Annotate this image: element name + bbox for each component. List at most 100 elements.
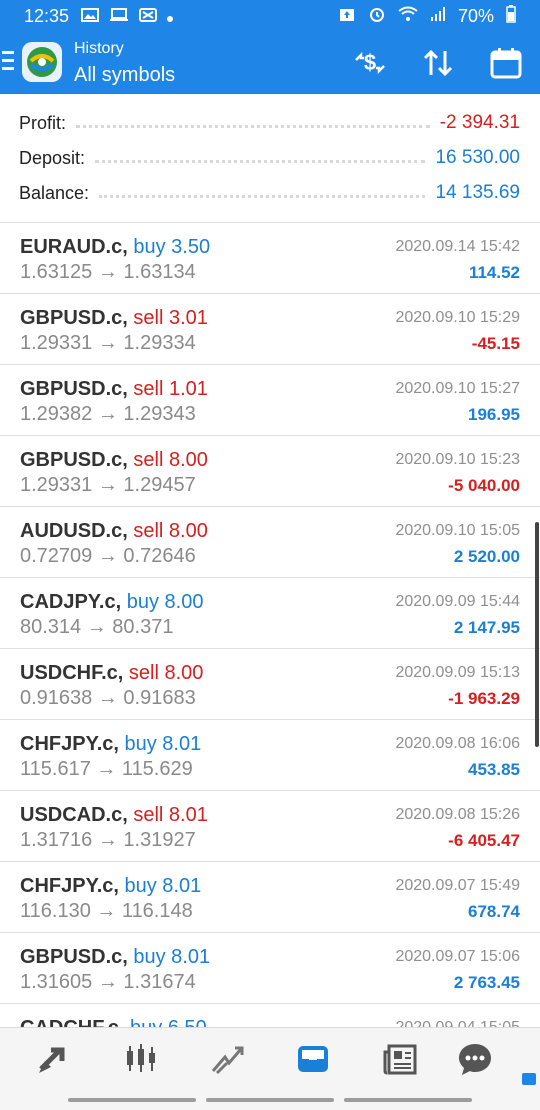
- page-title[interactable]: All symbols: [74, 64, 175, 87]
- trade-symbol: USDCHF.c,: [20, 662, 124, 684]
- trade-symbol: GBPUSD.c,: [20, 946, 128, 968]
- trade-symbol-line: CHFJPY.c, buy 8.01: [20, 733, 201, 756]
- calendar-icon[interactable]: [488, 46, 524, 80]
- trade-profit: -5 040.00: [448, 476, 520, 495]
- account-summary: Profit: -2 394.31 Deposit: 16 530.00 Bal…: [0, 94, 540, 223]
- trade-row[interactable]: GBPUSD.c, sell 1.01 1.29382 → 1.29343 2020…: [0, 365, 540, 436]
- trade-side-volume: sell 8.01: [133, 804, 208, 826]
- trade-side-volume: sell 1.01: [133, 378, 208, 400]
- trade-row[interactable]: USDCAD.c, sell 8.01 1.31716 → 1.31927 2020…: [0, 791, 540, 862]
- trade-side-volume: buy 6.50: [130, 1017, 207, 1027]
- trade-profit: 196.95: [468, 405, 520, 424]
- trade-history-list[interactable]: EURAUD.c, buy 3.50 1.63125 → 1.63134 2020.…: [0, 223, 540, 1027]
- trade-prices: 1.29331 → 1.29334: [20, 332, 196, 354]
- gesture-handle-right[interactable]: [344, 1098, 472, 1102]
- profit-row: Profit: -2 394.31: [19, 106, 520, 140]
- trade-symbol-line: CHFJPY.c, buy 8.01: [20, 875, 201, 898]
- trade-symbol: GBPUSD.c,: [20, 378, 128, 400]
- trade-symbol-line: GBPUSD.c, sell 8.00: [20, 449, 208, 472]
- trade-side-volume: buy 8.01: [124, 733, 202, 755]
- messages-icon[interactable]: [452, 1038, 498, 1080]
- trade-profit: 2 147.95: [453, 618, 520, 637]
- svg-text:$: $: [364, 50, 376, 75]
- trade-row[interactable]: GBPUSD.c, buy 8.01 1.31605 → 1.31674 2020.…: [0, 933, 540, 1004]
- dot-icon: [167, 6, 174, 27]
- trade-datetime: 2020.09.10 15:23: [395, 451, 520, 468]
- chart-icon[interactable]: [204, 1038, 250, 1080]
- battery-icon: [506, 4, 516, 28]
- trade-datetime: 2020.09.10 15:05: [395, 522, 520, 539]
- trade-profit: -6 405.47: [448, 831, 520, 850]
- profit-value: -2 394.31: [439, 112, 520, 133]
- trade-row[interactable]: CADCHF.c, buy 6.50 2020.09.04 15:05: [0, 1004, 540, 1027]
- app-logo: [22, 42, 62, 82]
- trade-symbol: CADJPY.c,: [20, 591, 122, 613]
- trade-prices: 1.29331 → 1.29457: [20, 474, 196, 496]
- trade-datetime: 2020.09.10 15:29: [395, 309, 520, 326]
- trade-side-volume: buy 8.01: [124, 875, 202, 897]
- trade-symbol: AUDUSD.c,: [20, 520, 128, 542]
- news-icon[interactable]: [378, 1038, 424, 1080]
- deposit-label: Deposit:: [19, 147, 86, 168]
- profit-label: Profit:: [19, 112, 67, 133]
- trade-row[interactable]: CHFJPY.c, buy 8.01 116.130 → 116.148 2020.…: [0, 862, 540, 933]
- trade-datetime: 2020.09.04 15:05: [395, 1019, 520, 1027]
- sort-icon[interactable]: [420, 46, 456, 80]
- trade-symbol-line: EURAUD.c, buy 3.50: [20, 236, 210, 259]
- gallery-icon: [81, 6, 100, 27]
- trade-prices: 1.31716 → 1.31927: [20, 829, 196, 851]
- trade-row[interactable]: GBPUSD.c, sell 8.00 1.29331 → 1.29457 2020…: [0, 436, 540, 507]
- trade-profit: -45.15: [471, 334, 520, 353]
- scrollbar-thumb[interactable]: [535, 522, 539, 747]
- trade-profit: 2 763.45: [453, 973, 520, 992]
- status-bar: 12:35 70%: [0, 0, 540, 32]
- trade-symbol: CHFJPY.c,: [20, 875, 119, 897]
- laptop-icon: [109, 6, 129, 27]
- trade-row[interactable]: EURAUD.c, buy 3.50 1.63125 → 1.63134 2020.…: [0, 223, 540, 294]
- trade-row[interactable]: AUDUSD.c, sell 8.00 0.72709 → 0.72646 2020…: [0, 507, 540, 578]
- menu-icon[interactable]: [2, 51, 14, 75]
- wifi-icon: [398, 6, 418, 27]
- trade-prices: 116.130 → 116.148: [20, 900, 193, 922]
- quotes-icon[interactable]: [118, 1038, 164, 1080]
- trade-profit: 678.74: [468, 902, 520, 921]
- trade-symbol: EURAUD.c,: [20, 236, 128, 258]
- trade-row[interactable]: CADJPY.c, buy 8.00 80.314 → 80.371 2020.09…: [0, 578, 540, 649]
- trade-icon[interactable]: [30, 1038, 76, 1080]
- trade-profit: -1 963.29: [448, 689, 520, 708]
- trade-datetime: 2020.09.08 15:26: [395, 806, 520, 823]
- trade-symbol: CADCHF.c,: [20, 1017, 124, 1027]
- trade-symbol: GBPUSD.c,: [20, 449, 128, 471]
- gesture-bar: [0, 1088, 540, 1110]
- status-time: 12:35: [24, 5, 70, 26]
- gesture-handle-left[interactable]: [68, 1098, 196, 1102]
- currency-exchange-icon[interactable]: $: [352, 46, 388, 80]
- deposit-row: Deposit: 16 530.00: [19, 141, 520, 175]
- history-icon[interactable]: [290, 1038, 336, 1080]
- app-bar: History All symbols $: [0, 32, 540, 94]
- signal-icon: [430, 6, 446, 27]
- trade-symbol-line: GBPUSD.c, sell 3.01: [20, 307, 208, 330]
- trade-symbol-line: CADCHF.c, buy 6.50: [20, 1017, 207, 1027]
- trade-side-volume: sell 8.00: [128, 662, 204, 684]
- deposit-value: 16 530.00: [435, 147, 520, 168]
- trade-side-volume: buy 8.00: [126, 591, 204, 613]
- trade-symbol-line: GBPUSD.c, buy 8.01: [20, 946, 210, 969]
- trade-prices: 1.31605 → 1.31674: [20, 971, 196, 993]
- trade-row[interactable]: USDCHF.c, sell 8.00 0.91638 → 0.91683 2020…: [0, 649, 540, 720]
- overlay-badge-icon[interactable]: [522, 1073, 536, 1085]
- trade-symbol: USDCAD.c,: [20, 804, 128, 826]
- trade-datetime: 2020.09.07 15:49: [395, 877, 520, 894]
- trade-row[interactable]: CHFJPY.c, buy 8.01 115.617 → 115.629 2020.…: [0, 720, 540, 791]
- trade-row[interactable]: GBPUSD.c, sell 3.01 1.29331 → 1.29334 2020…: [0, 294, 540, 365]
- page-subtitle: History: [74, 40, 124, 57]
- gesture-handle-center[interactable]: [206, 1098, 334, 1102]
- trade-side-volume: buy 8.01: [133, 946, 211, 968]
- trade-prices: 0.72709 → 0.72646: [20, 545, 196, 567]
- bottom-navigation: [0, 1027, 540, 1088]
- trade-symbol: CHFJPY.c,: [20, 733, 119, 755]
- trade-prices: 1.63125 → 1.63134: [20, 261, 196, 283]
- trade-symbol-line: CADJPY.c, buy 8.00: [20, 591, 203, 614]
- balance-row: Balance: 14 135.69: [19, 176, 520, 210]
- trade-symbol-line: AUDUSD.c, sell 8.00: [20, 520, 208, 543]
